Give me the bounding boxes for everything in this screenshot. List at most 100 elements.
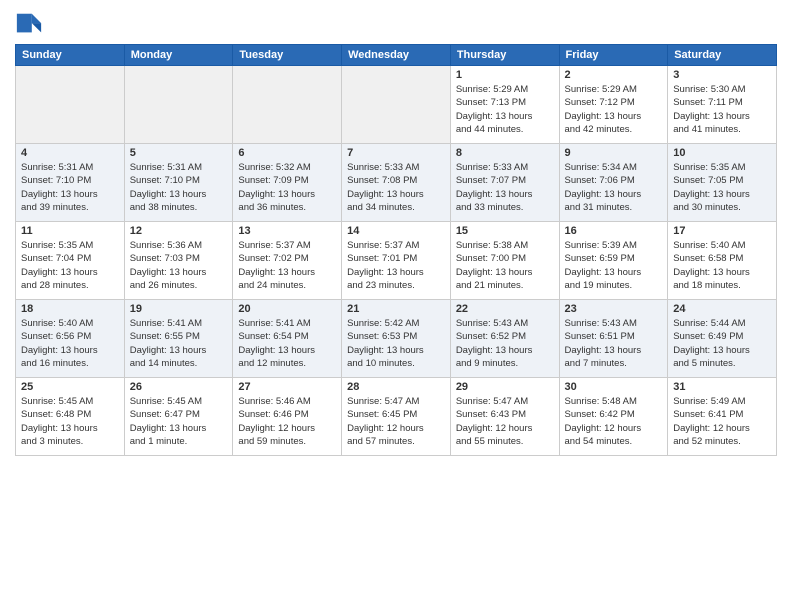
day-info: Sunrise: 5:48 AM Sunset: 6:42 PM Dayligh…: [565, 395, 663, 448]
calendar-row-2: 11Sunrise: 5:35 AM Sunset: 7:04 PM Dayli…: [16, 222, 777, 300]
calendar-row-3: 18Sunrise: 5:40 AM Sunset: 6:56 PM Dayli…: [16, 300, 777, 378]
calendar-cell: 2 Sunrise: 5:29 AM Sunset: 7:12 PM Daylig…: [559, 66, 668, 144]
calendar-row-0: 1 Sunrise: 5:29 AM Sunset: 7:13 PM Daylig…: [16, 66, 777, 144]
day-info: Sunrise: 5:47 AM Sunset: 6:43 PM Dayligh…: [456, 395, 554, 448]
day-number: 3: [673, 69, 771, 81]
day-info: Sunrise: 5:33 AM Sunset: 7:07 PM Dayligh…: [456, 161, 554, 214]
calendar-cell: 24 Sunrise: 5:44 AM Sunset: 6:49 PM Dayli…: [668, 300, 777, 378]
calendar-cell: 7 Sunrise: 5:33 AM Sunset: 7:08 PM Daylig…: [342, 144, 451, 222]
day-number: 23: [565, 303, 663, 315]
calendar-cell: 19 Sunrise: 5:41 AM Sunset: 6:55 PM Dayli…: [124, 300, 233, 378]
calendar-cell: 30 Sunrise: 5:48 AM Sunset: 6:42 PM Dayli…: [559, 378, 668, 456]
calendar-cell: 11Sunrise: 5:35 AM Sunset: 7:04 PM Dayli…: [16, 222, 125, 300]
day-number: 7: [347, 147, 445, 159]
day-info: Sunrise: 5:44 AM Sunset: 6:49 PM Dayligh…: [673, 317, 771, 370]
calendar-cell: 20 Sunrise: 5:41 AM Sunset: 6:54 PM Dayli…: [233, 300, 342, 378]
weekday-header-saturday: Saturday: [668, 45, 777, 66]
calendar: SundayMondayTuesdayWednesdayThursdayFrid…: [15, 44, 777, 456]
calendar-cell: 6 Sunrise: 5:32 AM Sunset: 7:09 PM Daylig…: [233, 144, 342, 222]
day-info: Sunrise: 5:43 AM Sunset: 6:52 PM Dayligh…: [456, 317, 554, 370]
day-number: 5: [130, 147, 228, 159]
calendar-cell: 14 Sunrise: 5:37 AM Sunset: 7:01 PM Dayli…: [342, 222, 451, 300]
header: [15, 10, 777, 38]
day-info: Sunrise: 5:40 AM Sunset: 6:56 PM Dayligh…: [21, 317, 119, 370]
weekday-header-wednesday: Wednesday: [342, 45, 451, 66]
calendar-cell: 4 Sunrise: 5:31 AM Sunset: 7:10 PM Daylig…: [16, 144, 125, 222]
calendar-cell: 28 Sunrise: 5:47 AM Sunset: 6:45 PM Dayli…: [342, 378, 451, 456]
day-info: Sunrise: 5:30 AM Sunset: 7:11 PM Dayligh…: [673, 83, 771, 136]
calendar-header-row: SundayMondayTuesdayWednesdayThursdayFrid…: [16, 45, 777, 66]
calendar-cell: [124, 66, 233, 144]
day-number: 22: [456, 303, 554, 315]
day-info: Sunrise: 5:37 AM Sunset: 7:02 PM Dayligh…: [238, 239, 336, 292]
day-info: Sunrise: 5:40 AM Sunset: 6:58 PM Dayligh…: [673, 239, 771, 292]
day-info: Sunrise: 5:45 AM Sunset: 6:48 PM Dayligh…: [21, 395, 119, 448]
calendar-cell: 5Sunrise: 5:31 AM Sunset: 7:10 PM Daylig…: [124, 144, 233, 222]
day-info: Sunrise: 5:47 AM Sunset: 6:45 PM Dayligh…: [347, 395, 445, 448]
calendar-row-1: 4 Sunrise: 5:31 AM Sunset: 7:10 PM Daylig…: [16, 144, 777, 222]
day-number: 28: [347, 381, 445, 393]
day-number: 10: [673, 147, 771, 159]
day-number: 9: [565, 147, 663, 159]
day-number: 4: [21, 147, 119, 159]
calendar-cell: 26 Sunrise: 5:45 AM Sunset: 6:47 PM Dayli…: [124, 378, 233, 456]
day-info: Sunrise: 5:39 AM Sunset: 6:59 PM Dayligh…: [565, 239, 663, 292]
day-number: 6: [238, 147, 336, 159]
day-info: Sunrise: 5:32 AM Sunset: 7:09 PM Dayligh…: [238, 161, 336, 214]
weekday-header-monday: Monday: [124, 45, 233, 66]
calendar-cell: 1 Sunrise: 5:29 AM Sunset: 7:13 PM Daylig…: [450, 66, 559, 144]
day-number: 1: [456, 69, 554, 81]
weekday-header-friday: Friday: [559, 45, 668, 66]
day-info: Sunrise: 5:43 AM Sunset: 6:51 PM Dayligh…: [565, 317, 663, 370]
day-number: 20: [238, 303, 336, 315]
day-number: 25: [21, 381, 119, 393]
day-number: 29: [456, 381, 554, 393]
logo: [15, 10, 47, 38]
day-info: Sunrise: 5:36 AM Sunset: 7:03 PM Dayligh…: [130, 239, 228, 292]
calendar-cell: 3 Sunrise: 5:30 AM Sunset: 7:11 PM Daylig…: [668, 66, 777, 144]
day-number: 27: [238, 381, 336, 393]
day-number: 24: [673, 303, 771, 315]
day-number: 14: [347, 225, 445, 237]
calendar-cell: [342, 66, 451, 144]
day-info: Sunrise: 5:29 AM Sunset: 7:12 PM Dayligh…: [565, 83, 663, 136]
calendar-cell: 22 Sunrise: 5:43 AM Sunset: 6:52 PM Dayli…: [450, 300, 559, 378]
day-number: 12: [130, 225, 228, 237]
calendar-cell: 31Sunrise: 5:49 AM Sunset: 6:41 PM Dayli…: [668, 378, 777, 456]
day-number: 2: [565, 69, 663, 81]
weekday-header-thursday: Thursday: [450, 45, 559, 66]
calendar-cell: 16 Sunrise: 5:39 AM Sunset: 6:59 PM Dayli…: [559, 222, 668, 300]
day-info: Sunrise: 5:41 AM Sunset: 6:55 PM Dayligh…: [130, 317, 228, 370]
calendar-cell: 12 Sunrise: 5:36 AM Sunset: 7:03 PM Dayli…: [124, 222, 233, 300]
calendar-cell: [233, 66, 342, 144]
day-info: Sunrise: 5:45 AM Sunset: 6:47 PM Dayligh…: [130, 395, 228, 448]
day-info: Sunrise: 5:41 AM Sunset: 6:54 PM Dayligh…: [238, 317, 336, 370]
calendar-cell: 29 Sunrise: 5:47 AM Sunset: 6:43 PM Dayli…: [450, 378, 559, 456]
day-info: Sunrise: 5:29 AM Sunset: 7:13 PM Dayligh…: [456, 83, 554, 136]
day-info: Sunrise: 5:38 AM Sunset: 7:00 PM Dayligh…: [456, 239, 554, 292]
calendar-cell: 17Sunrise: 5:40 AM Sunset: 6:58 PM Dayli…: [668, 222, 777, 300]
day-info: Sunrise: 5:31 AM Sunset: 7:10 PM Dayligh…: [21, 161, 119, 214]
day-info: Sunrise: 5:34 AM Sunset: 7:06 PM Dayligh…: [565, 161, 663, 214]
calendar-row-4: 25 Sunrise: 5:45 AM Sunset: 6:48 PM Dayli…: [16, 378, 777, 456]
day-info: Sunrise: 5:33 AM Sunset: 7:08 PM Dayligh…: [347, 161, 445, 214]
day-number: 15: [456, 225, 554, 237]
day-number: 30: [565, 381, 663, 393]
calendar-cell: 27 Sunrise: 5:46 AM Sunset: 6:46 PM Dayli…: [233, 378, 342, 456]
calendar-cell: 23 Sunrise: 5:43 AM Sunset: 6:51 PM Dayli…: [559, 300, 668, 378]
weekday-header-tuesday: Tuesday: [233, 45, 342, 66]
day-info: Sunrise: 5:49 AM Sunset: 6:41 PM Dayligh…: [673, 395, 771, 448]
day-number: 16: [565, 225, 663, 237]
calendar-cell: 18Sunrise: 5:40 AM Sunset: 6:56 PM Dayli…: [16, 300, 125, 378]
day-number: 11: [21, 225, 119, 237]
day-number: 26: [130, 381, 228, 393]
day-info: Sunrise: 5:37 AM Sunset: 7:01 PM Dayligh…: [347, 239, 445, 292]
day-number: 21: [347, 303, 445, 315]
calendar-cell: [16, 66, 125, 144]
day-number: 19: [130, 303, 228, 315]
calendar-cell: 8Sunrise: 5:33 AM Sunset: 7:07 PM Daylig…: [450, 144, 559, 222]
page: SundayMondayTuesdayWednesdayThursdayFrid…: [0, 0, 792, 612]
calendar-cell: 15 Sunrise: 5:38 AM Sunset: 7:00 PM Dayli…: [450, 222, 559, 300]
calendar-cell: 21Sunrise: 5:42 AM Sunset: 6:53 PM Dayli…: [342, 300, 451, 378]
day-info: Sunrise: 5:46 AM Sunset: 6:46 PM Dayligh…: [238, 395, 336, 448]
